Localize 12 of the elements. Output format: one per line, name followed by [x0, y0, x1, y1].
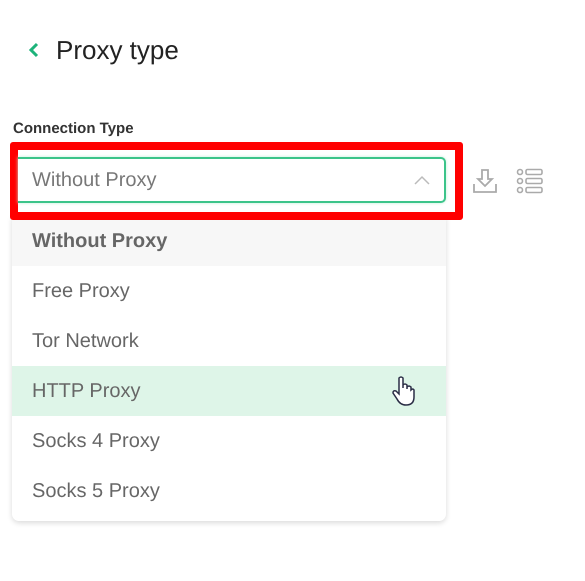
connection-type-select[interactable]: Without Proxy	[18, 157, 446, 203]
dropdown-option[interactable]: HTTP Proxy	[12, 366, 446, 416]
caret-icon	[414, 175, 430, 185]
dropdown-option[interactable]: Socks 5 Proxy	[12, 466, 446, 516]
hand-cursor-icon	[392, 375, 416, 407]
dropdown-option[interactable]: Free Proxy	[12, 266, 446, 316]
download-icon[interactable]	[472, 167, 498, 195]
dropdown-option[interactable]: Socks 4 Proxy	[12, 416, 446, 466]
page-title: Proxy type	[56, 34, 179, 66]
field-label: Connection Type	[13, 120, 135, 138]
dropdown-option[interactable]: Tor Network	[12, 316, 446, 366]
list-icon[interactable]	[516, 167, 544, 195]
